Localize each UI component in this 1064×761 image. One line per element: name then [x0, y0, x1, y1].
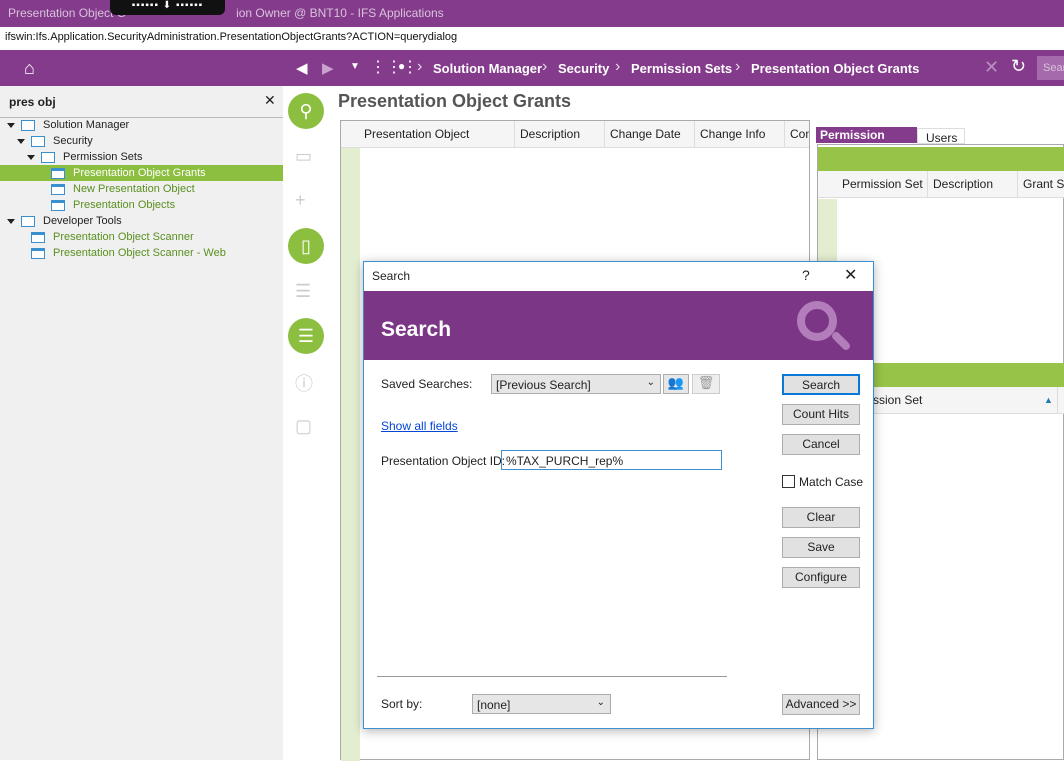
tree-item-new-presentation-object[interactable]: New Presentation Object	[0, 181, 283, 197]
count-hits-button[interactable]: Count Hits	[782, 404, 860, 425]
show-all-fields-link[interactable]: Show all fields	[381, 419, 458, 433]
tree-item-presentation-objects[interactable]: Presentation Objects	[0, 197, 283, 213]
column-permission-set[interactable]: Permission Set	[837, 171, 928, 198]
help-button[interactable]: ?	[802, 267, 810, 283]
permission-sets-header: Permission Set Description Grant St	[818, 171, 1064, 198]
chevron-icon: ›	[417, 58, 423, 75]
details-icon[interactable]: ☰	[288, 318, 324, 354]
breadcrumb-security[interactable]: Security	[558, 61, 609, 76]
delete-search-button[interactable]: 🗑	[692, 374, 720, 394]
panel-green-bar	[818, 147, 1064, 171]
shared-searches-button[interactable]: 👥	[663, 374, 689, 394]
tree-item-presentation-object-scanner-web[interactable]: Presentation Object Scanner - Web	[0, 245, 283, 261]
window-title-right: ion Owner @ BNT10 - IFS Applications	[236, 6, 444, 20]
column-d[interactable]: D	[1059, 387, 1064, 414]
info-document-icon: ⓘ	[295, 374, 313, 394]
sort-by-value: [none]	[477, 698, 511, 712]
dialog-header: Search	[381, 318, 452, 341]
clear-filter-icon[interactable]: ✕	[264, 92, 276, 109]
navigator-sidebar: pres obj ✕ Solution Manager Security Per…	[0, 86, 283, 760]
tree-item-presentation-object-grants[interactable]: Presentation Object Grants	[0, 165, 283, 181]
sort-ascending-icon: ▲	[1044, 395, 1053, 405]
column-permission-set[interactable]: ssion Set	[868, 387, 1058, 414]
page-title: Presentation Object Grants	[338, 91, 572, 111]
tree-item-developer-tools[interactable]: Developer Tools	[0, 213, 283, 229]
window-title-left: Presentation Object G	[8, 6, 127, 20]
sort-by-label: Sort by:	[381, 697, 423, 711]
search-input[interactable]: Sear	[1037, 56, 1064, 80]
tree-item-presentation-object-scanner[interactable]: Presentation Object Scanner	[0, 229, 283, 245]
match-case-label: Match Case	[799, 475, 864, 489]
column-comment[interactable]: Com	[785, 121, 809, 148]
chevron-icon: ›	[542, 58, 548, 75]
tab-users[interactable]: Users	[917, 128, 965, 145]
trash-icon: 🗑	[697, 375, 715, 390]
command-toolbar: ⚲ ▭ + ▯ ☰ ☰ ⓘ ▢	[283, 86, 333, 760]
divider	[377, 676, 727, 677]
cancel-button[interactable]: Cancel	[782, 434, 860, 455]
grid-header: Presentation Object Description Change D…	[341, 121, 809, 148]
tree-item-permission-sets[interactable]: Permission Sets	[0, 149, 283, 165]
breadcrumb-permission-sets[interactable]: Permission Sets	[631, 61, 732, 76]
dialog-title: Search	[372, 269, 411, 283]
tab-permission-sets[interactable]: Permission Sets	[816, 127, 917, 156]
tree-item-solution-manager[interactable]: Solution Manager	[0, 117, 283, 133]
column-presentation-object[interactable]: Presentation Object	[359, 121, 515, 148]
refresh-icon[interactable]: ↻	[1011, 56, 1026, 77]
save-icon: ▭	[295, 146, 313, 166]
breadcrumb-solution-manager[interactable]: Solution Manager	[433, 61, 542, 76]
chevron-icon: ›	[735, 58, 741, 75]
sort-by-select[interactable]: [none] ⌄	[472, 694, 611, 714]
presentation-object-id-input[interactable]: %TAX_PURCH_rep%	[501, 450, 722, 470]
url-bar[interactable]: ifswin:Ifs.Application.SecurityAdministr…	[0, 27, 1064, 50]
forward-icon[interactable]: ▶	[322, 59, 334, 77]
saved-searches-label: Saved Searches:	[381, 377, 473, 391]
delete-icon[interactable]: ▯	[288, 228, 324, 264]
apps-grid-icon[interactable]: ⋮⋮⋮	[370, 57, 418, 77]
users-icon: 👥	[667, 375, 685, 390]
column-description[interactable]: Description	[928, 171, 1018, 198]
configure-button[interactable]: Configure	[782, 567, 860, 588]
search-icon[interactable]: ⚲	[288, 93, 324, 129]
saved-searches-select[interactable]: [Previous Search] ⌄	[491, 374, 661, 394]
clear-button[interactable]: Clear	[782, 507, 860, 528]
navigator-filter-input[interactable]: pres obj	[9, 95, 56, 109]
history-dropdown-icon[interactable]: ▼	[350, 61, 360, 72]
column-description[interactable]: Description	[515, 121, 605, 148]
chevron-down-icon: ⌄	[596, 697, 605, 708]
presentation-object-id-label: Presentation Object ID:	[381, 454, 506, 468]
breadcrumb-presentation-object-grants[interactable]: Presentation Object Grants	[751, 61, 919, 76]
add-icon: +	[295, 190, 306, 210]
chevron-icon: ›	[615, 58, 621, 75]
column-grant-status[interactable]: Grant St	[1018, 171, 1064, 198]
nav-bar: ⌂ ◀ ▶ ▼ ⋮⋮⋮ ● › Solution Manager › Secur…	[0, 50, 1064, 86]
save-button[interactable]: Save	[782, 537, 860, 558]
home-icon[interactable]: ⌂	[24, 58, 35, 79]
match-case-checkbox[interactable]	[782, 475, 795, 488]
advanced-button[interactable]: Advanced >>	[782, 694, 860, 715]
column-change-date[interactable]: Change Date	[605, 121, 695, 148]
dot-icon: ●	[398, 59, 406, 73]
search-dialog: Search ? ✕ Search Saved Searches: [Previ…	[363, 261, 874, 729]
tree-item-security[interactable]: Security	[0, 133, 283, 149]
chevron-down-icon: ⌄	[646, 377, 655, 388]
row-selector-strip	[341, 148, 360, 761]
back-icon[interactable]: ◀	[296, 59, 308, 77]
close-icon[interactable]: ✕	[844, 265, 857, 285]
saved-searches-value: [Previous Search]	[496, 378, 591, 392]
note-icon: ▢	[295, 416, 313, 436]
dialog-banner: Search	[364, 291, 873, 360]
list-icon: ☰	[295, 281, 312, 301]
column-change-info[interactable]: Change Info	[695, 121, 785, 148]
remote-toolbar-overlay[interactable]: ▪▪▪▪▪▪ ⬇ ▪▪▪▪▪▪	[110, 0, 225, 15]
close-icon[interactable]: ✕	[984, 57, 999, 78]
search-button[interactable]: Search	[782, 374, 860, 395]
magnifier-handle	[830, 330, 852, 352]
